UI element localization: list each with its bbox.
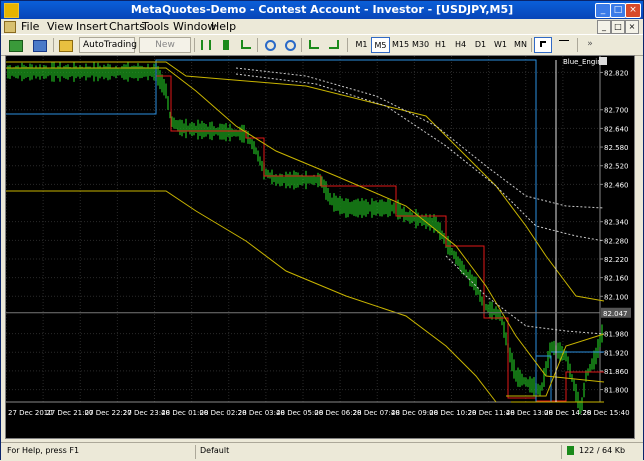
timeframe-m1[interactable]: M1 [352, 37, 371, 53]
autotrading-label: AutoTrading [83, 40, 137, 50]
timeframe-m15[interactable]: M15 [391, 37, 410, 53]
menu-view[interactable]: View [47, 20, 73, 33]
menu-bar: File View Insert Charts Tools Window Hel… [1, 19, 643, 34]
status-bar: For Help, press F1 Default 122 / 64 Kb [1, 442, 643, 461]
timeframe-d1[interactable]: D1 [471, 37, 490, 53]
menu-window[interactable]: Window [173, 20, 216, 33]
auto-scroll-icon[interactable] [305, 37, 323, 53]
timeframe-h4[interactable]: H4 [451, 37, 470, 53]
price-tick-label: 81.800 [604, 387, 629, 395]
status-connection: 122 / 64 Kb [579, 446, 626, 455]
new-chart-icon[interactable] [7, 37, 25, 53]
menu-help[interactable]: Help [211, 20, 236, 33]
price-tick-label: 81.920 [604, 349, 629, 357]
toolbar-separator [53, 38, 54, 52]
middle-band-line [6, 67, 605, 383]
status-divider [561, 445, 562, 459]
chart-window-icon[interactable] [4, 21, 16, 33]
indicator-icon [599, 57, 607, 65]
price-tick-label: 82.220 [604, 256, 629, 264]
price-tick-label: 82.820 [604, 69, 629, 77]
candlestick-icon[interactable] [217, 37, 235, 53]
toolbar-separator [257, 38, 258, 52]
profiles-icon[interactable] [31, 37, 49, 53]
connection-icon [567, 446, 574, 455]
toolbar: AutoTrading New Order M1 M5 M15 M30 H1 H… [1, 34, 643, 65]
toolbar-separator [347, 38, 348, 52]
close-button[interactable]: × [625, 3, 641, 18]
price-tick-label: 82.460 [604, 181, 629, 189]
timeframe-h1[interactable]: H1 [431, 37, 450, 53]
price-tick-label: 82.280 [604, 237, 629, 245]
chart-canvas[interactable]: 82.820 82.700 82.640 82.580 82.520 82.460 82.3… [5, 56, 634, 438]
status-profile: Default [200, 446, 230, 455]
toolbar-separator [531, 38, 532, 52]
status-divider [195, 445, 196, 459]
maximize-button[interactable]: □ [610, 3, 626, 18]
price-tick-label: 82.520 [604, 163, 629, 171]
price-tick-label: 82.160 [604, 275, 629, 283]
market-watch-icon[interactable] [57, 37, 75, 53]
price-tick-label: 82.640 [604, 125, 629, 133]
doc-minimize-button[interactable]: _ [597, 20, 611, 34]
dotted-envelope [445, 255, 605, 335]
current-price-label: 82.047 [603, 310, 628, 318]
menu-tools[interactable]: Tools [142, 20, 169, 33]
line-chart-icon[interactable] [237, 37, 255, 53]
crosshair-icon[interactable] [555, 37, 573, 53]
toolbar-separator [194, 38, 195, 52]
price-tick-label: 82.580 [604, 144, 629, 152]
status-help: For Help, press F1 [7, 446, 80, 455]
doc-close-button[interactable]: × [625, 20, 639, 34]
doc-restore-button[interactable]: □ [611, 20, 625, 34]
cursor-icon[interactable] [534, 37, 552, 53]
title-bar: MetaQuotes-Demo - Contest Account - Inve… [1, 1, 643, 19]
time-tick-label: 28 Dec 15:40 [583, 409, 630, 417]
chart-shift-icon[interactable] [325, 37, 343, 53]
inner-band-line [506, 333, 605, 397]
price-tick-label: 81.980 [604, 331, 629, 339]
timeframe-m5[interactable]: M5 [371, 37, 390, 53]
bar-chart-icon[interactable] [197, 37, 215, 53]
price-chart[interactable]: 82.820 82.700 82.640 82.580 82.520 82.460 82.3… [5, 55, 635, 439]
app-window: MetaQuotes-Demo - Contest Account - Inve… [0, 0, 644, 461]
menu-file[interactable]: File [21, 20, 39, 33]
price-tick-label: 82.100 [604, 293, 629, 301]
menu-charts[interactable]: Charts [109, 20, 145, 33]
red-step-line [156, 75, 604, 402]
toolbar-separator [301, 38, 302, 52]
price-tick-label: 82.700 [604, 107, 629, 115]
toolbar-separator [577, 38, 578, 52]
zoom-out-icon[interactable] [281, 37, 299, 53]
zoom-in-icon[interactable] [261, 37, 279, 53]
price-tick-label: 82.340 [604, 219, 629, 227]
menu-insert[interactable]: Insert [76, 20, 108, 33]
window-title: MetaQuotes-Demo - Contest Account - Inve… [130, 3, 514, 16]
timeframe-mn[interactable]: MN [511, 37, 530, 53]
timeframe-m30[interactable]: M30 [411, 37, 430, 53]
autotrading-button[interactable]: AutoTrading [79, 37, 137, 53]
dotted-envelope [235, 67, 605, 209]
blue-channel-line [6, 59, 537, 402]
new-order-button[interactable]: New Order [139, 37, 191, 65]
minimize-button[interactable]: _ [595, 3, 611, 18]
upper-band-line [6, 61, 605, 302]
timeframe-w1[interactable]: W1 [491, 37, 510, 53]
price-tick-label: 81.860 [604, 368, 629, 376]
toolbar-overflow-icon[interactable]: » [581, 37, 599, 53]
